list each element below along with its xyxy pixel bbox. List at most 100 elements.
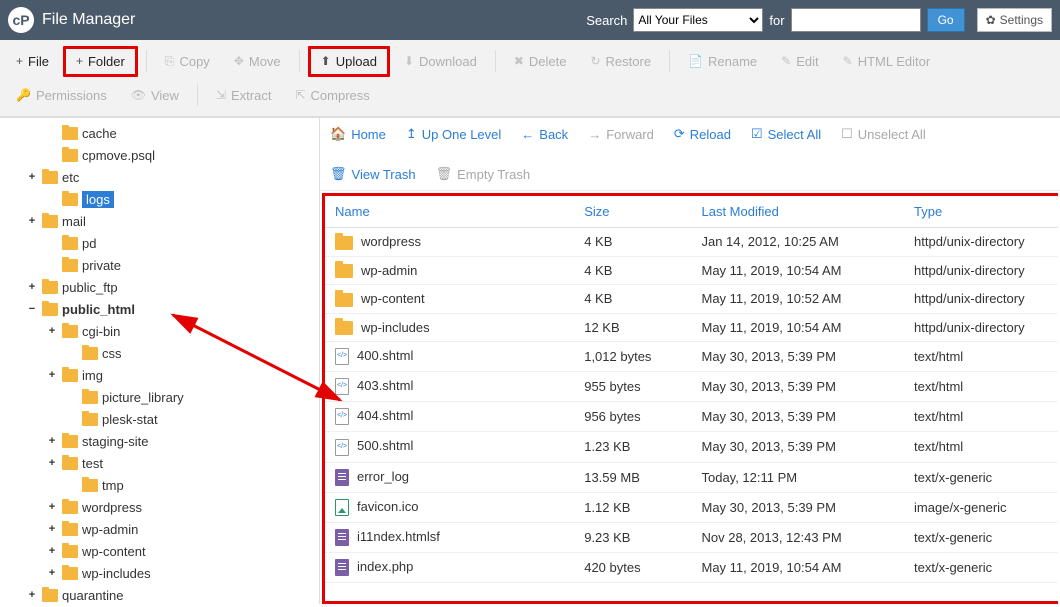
tree-toggle-icon[interactable]: +: [26, 589, 38, 601]
home-button[interactable]: 🏠Home: [330, 126, 386, 142]
folder-icon: [62, 127, 78, 140]
folder-icon: [62, 501, 78, 514]
tree-item[interactable]: css: [6, 342, 319, 364]
table-row[interactable]: wp-content4 KBMay 11, 2019, 10:52 AMhttp…: [325, 285, 1058, 314]
folder-icon: [335, 264, 353, 278]
table-row[interactable]: i11ndex.htmlsf9.23 KBNov 28, 2013, 12:43…: [325, 522, 1058, 552]
folder-icon: [335, 321, 353, 335]
tree-item[interactable]: +wp-includes: [6, 562, 319, 584]
tree-item-label: css: [102, 346, 122, 361]
tree-item[interactable]: cache: [6, 122, 319, 144]
rename-button[interactable]: 📄Rename: [678, 49, 767, 74]
table-row[interactable]: wp-includes12 KBMay 11, 2019, 10:54 AMht…: [325, 313, 1058, 342]
permissions-button[interactable]: 🔑Permissions: [6, 83, 117, 108]
restore-label: Restore: [606, 54, 652, 69]
folder-tree[interactable]: cachecpmove.psql+etclogs+mailpdprivate+p…: [0, 118, 320, 604]
tree-item[interactable]: pd: [6, 232, 319, 254]
content-actions: 🏠Home ↥Up One Level ←Back →Forward ⟳Reload ☑S…: [320, 118, 1060, 191]
compress-button[interactable]: ⇱Compress: [285, 83, 379, 108]
reload-button[interactable]: ⟳Reload: [674, 126, 731, 142]
viewtrash-button[interactable]: 🗑View Trash: [330, 166, 416, 182]
edit-button[interactable]: ✎Edit: [771, 49, 828, 74]
tree-toggle-icon[interactable]: +: [46, 545, 58, 557]
upload-button[interactable]: ⬆Upload: [308, 46, 390, 77]
search-scope-select[interactable]: All Your Files: [633, 8, 763, 32]
up-button[interactable]: ↥Up One Level: [406, 126, 501, 142]
tree-item[interactable]: − public_html: [6, 298, 319, 320]
tree-toggle-icon[interactable]: +: [46, 435, 58, 447]
plus-icon: +: [76, 54, 83, 68]
tree-item[interactable]: +public_ftp: [6, 276, 319, 298]
tree-item[interactable]: logs: [6, 188, 319, 210]
file-modified: Today, 12:11 PM: [691, 462, 904, 492]
tree-item[interactable]: + wordpress: [6, 496, 319, 518]
tree-item[interactable]: +wp-content: [6, 540, 319, 562]
col-name[interactable]: Name: [325, 196, 574, 228]
selectall-button[interactable]: ☑Select All: [751, 126, 821, 142]
go-button[interactable]: Go: [927, 8, 965, 32]
tree-item-label: public_html: [62, 302, 135, 317]
tree-item[interactable]: +staging-site: [6, 430, 319, 452]
move-button[interactable]: ✥Move: [224, 49, 291, 74]
table-row[interactable]: 403.shtml955 bytesMay 30, 2013, 5:39 PMt…: [325, 372, 1058, 402]
tree-item-label: wordpress: [82, 500, 142, 515]
col-modified[interactable]: Last Modified: [691, 196, 904, 228]
settings-button[interactable]: ✿ Settings: [977, 8, 1052, 32]
tree-toggle-icon[interactable]: +: [26, 281, 38, 293]
tree-item[interactable]: cpmove.psql: [6, 144, 319, 166]
table-row[interactable]: index.php420 bytesMay 11, 2019, 10:54 AM…: [325, 552, 1058, 582]
search-label: Search: [586, 13, 627, 28]
view-button[interactable]: 👁View: [121, 83, 189, 108]
col-type[interactable]: Type: [904, 196, 1058, 228]
table-row[interactable]: wp-admin4 KBMay 11, 2019, 10:54 AMhttpd/…: [325, 256, 1058, 285]
table-row[interactable]: 404.shtml956 bytesMay 30, 2013, 5:39 PMt…: [325, 402, 1058, 432]
tree-item[interactable]: private: [6, 254, 319, 276]
delete-button[interactable]: ✖Delete: [504, 49, 577, 74]
table-row[interactable]: error_log13.59 MBToday, 12:11 PMtext/x-g…: [325, 462, 1058, 492]
tree-toggle-icon[interactable]: +: [46, 457, 58, 469]
tree-item[interactable]: +etc: [6, 166, 319, 188]
tree-item[interactable]: +cgi-bin: [6, 320, 319, 342]
tree-item[interactable]: +test: [6, 452, 319, 474]
tree-item[interactable]: +quarantine: [6, 584, 319, 604]
table-row[interactable]: 500.shtml1.23 KBMay 30, 2013, 5:39 PMtex…: [325, 432, 1058, 462]
back-button[interactable]: ←Back: [521, 126, 568, 142]
table-row[interactable]: wordpress4 KBJan 14, 2012, 10:25 AMhttpd…: [325, 228, 1058, 257]
tree-toggle-icon[interactable]: +: [26, 215, 38, 227]
file-listing: Name Size Last Modified Type wordpress4 …: [322, 193, 1058, 604]
search-input[interactable]: [791, 8, 921, 32]
htmleditor-button[interactable]: ✎HTML Editor: [833, 49, 941, 74]
extract-button[interactable]: ⇲Extract: [206, 83, 282, 108]
tree-item[interactable]: picture_library: [6, 386, 319, 408]
unselectall-button[interactable]: ☐Unselect All: [841, 126, 926, 142]
gear-icon: ✿: [986, 13, 996, 27]
file-button[interactable]: +File: [6, 49, 59, 74]
content-pane: 🏠Home ↥Up One Level ←Back →Forward ⟳Reload ☑S…: [320, 118, 1060, 604]
folder-icon: [62, 523, 78, 536]
tree-toggle-icon[interactable]: +: [46, 369, 58, 381]
tree-toggle-icon[interactable]: +: [26, 171, 38, 183]
col-size[interactable]: Size: [574, 196, 691, 228]
tree-item[interactable]: plesk-stat: [6, 408, 319, 430]
tree-toggle-icon[interactable]: +: [46, 523, 58, 535]
toolbar-separator: [197, 84, 198, 106]
tree-toggle-icon[interactable]: +: [46, 325, 58, 337]
download-button[interactable]: ⬇Download: [394, 49, 487, 74]
tree-item[interactable]: +img: [6, 364, 319, 386]
copy-button[interactable]: ⎘Copy: [155, 49, 220, 74]
forward-button[interactable]: →Forward: [588, 126, 654, 142]
tree-toggle-icon[interactable]: −: [26, 303, 38, 315]
file-size: 4 KB: [574, 285, 691, 314]
emptytrash-button[interactable]: 🗑Empty Trash: [436, 166, 530, 182]
folder-icon: [335, 293, 353, 307]
table-row[interactable]: 400.shtml1,012 bytesMay 30, 2013, 5:39 P…: [325, 342, 1058, 372]
tree-item[interactable]: +wp-admin: [6, 518, 319, 540]
file-name: wp-includes: [361, 320, 430, 335]
table-row[interactable]: favicon.ico1.12 KBMay 30, 2013, 5:39 PMi…: [325, 492, 1058, 522]
tree-toggle-icon[interactable]: +: [46, 501, 58, 513]
tree-toggle-icon[interactable]: +: [46, 567, 58, 579]
tree-item[interactable]: +mail: [6, 210, 319, 232]
restore-button[interactable]: ↻Restore: [580, 49, 661, 74]
folder-button[interactable]: +Folder: [63, 46, 138, 77]
tree-item[interactable]: tmp: [6, 474, 319, 496]
